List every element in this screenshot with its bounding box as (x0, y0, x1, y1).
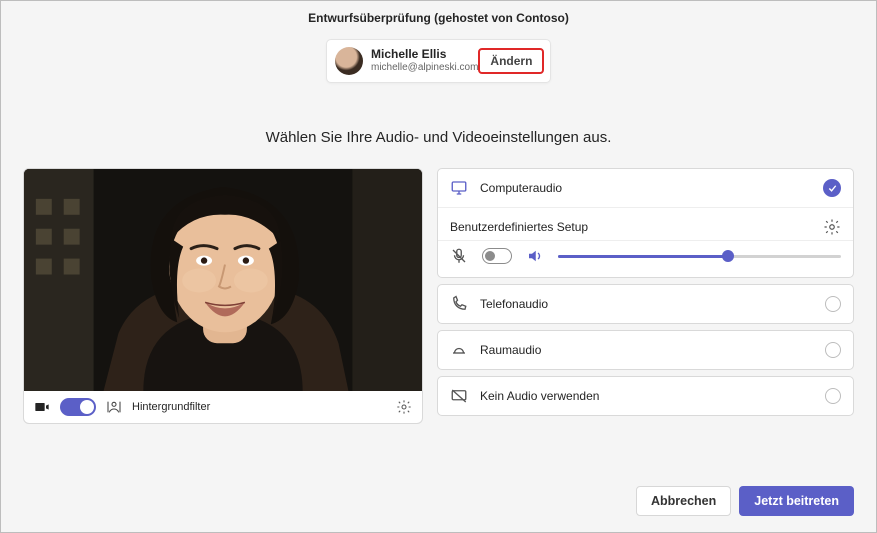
gear-icon[interactable] (823, 218, 841, 236)
bg-filter-label[interactable]: Hintergrundfilter (132, 401, 210, 413)
mic-off-icon (450, 247, 468, 265)
video-preview (23, 168, 423, 391)
person-blur-icon (106, 399, 122, 415)
room-audio-label: Raumaudio (480, 343, 541, 357)
mic-volume-row (438, 240, 853, 277)
identity-text: Michelle Ellis michelle@alpineski.com (371, 48, 478, 73)
meeting-title: Entwurfsüberprüfung (gehostet von Contos… (1, 1, 876, 25)
room-audio-card[interactable]: Raumaudio (437, 330, 854, 370)
phone-icon (450, 295, 468, 313)
audio-column: Computeraudio Benutzerdefiniertes Setup (437, 168, 854, 424)
computer-audio-option[interactable]: Computeraudio (438, 169, 853, 207)
screen-off-icon (450, 387, 468, 405)
video-camera-icon (34, 399, 50, 415)
room-device-icon (450, 341, 468, 359)
radio-unchecked-icon (825, 296, 841, 312)
change-identity-button[interactable]: Ändern (478, 48, 544, 74)
volume-slider[interactable] (558, 255, 841, 258)
no-audio-label: Kein Audio verwenden (480, 389, 599, 403)
identity-name: Michelle Ellis (371, 48, 478, 62)
no-audio-card[interactable]: Kein Audio verwenden (437, 376, 854, 416)
identity-email: michelle@alpineski.com (371, 62, 478, 74)
radio-unchecked-icon (825, 342, 841, 358)
phone-audio-card[interactable]: Telefonaudio (437, 284, 854, 324)
custom-setup-label: Benutzerdefiniertes Setup (450, 220, 588, 234)
speaker-icon (526, 247, 544, 265)
computer-audio-card: Computeraudio Benutzerdefiniertes Setup (437, 168, 854, 278)
identity-card: Michelle Ellis michelle@alpineski.com Än… (326, 39, 551, 83)
footer-actions: Abbrechen Jetzt beitreten (636, 486, 854, 516)
desktop-icon (450, 179, 468, 197)
gear-icon[interactable] (396, 399, 412, 415)
settings-instruction: Wählen Sie Ihre Audio- und Videoeinstell… (1, 129, 876, 146)
mic-toggle[interactable] (482, 248, 512, 264)
camera-toggle[interactable] (60, 398, 96, 416)
video-toolbar: Hintergrundfilter (23, 391, 423, 424)
video-column: Hintergrundfilter (23, 168, 423, 424)
phone-audio-label: Telefonaudio (480, 297, 548, 311)
checkmark-icon (823, 179, 841, 197)
radio-unchecked-icon (825, 388, 841, 404)
join-now-button[interactable]: Jetzt beitreten (739, 486, 854, 516)
cancel-button[interactable]: Abbrechen (636, 486, 731, 516)
custom-setup-row: Benutzerdefiniertes Setup (438, 207, 853, 240)
computer-audio-label: Computeraudio (480, 181, 562, 195)
avatar (335, 47, 363, 75)
